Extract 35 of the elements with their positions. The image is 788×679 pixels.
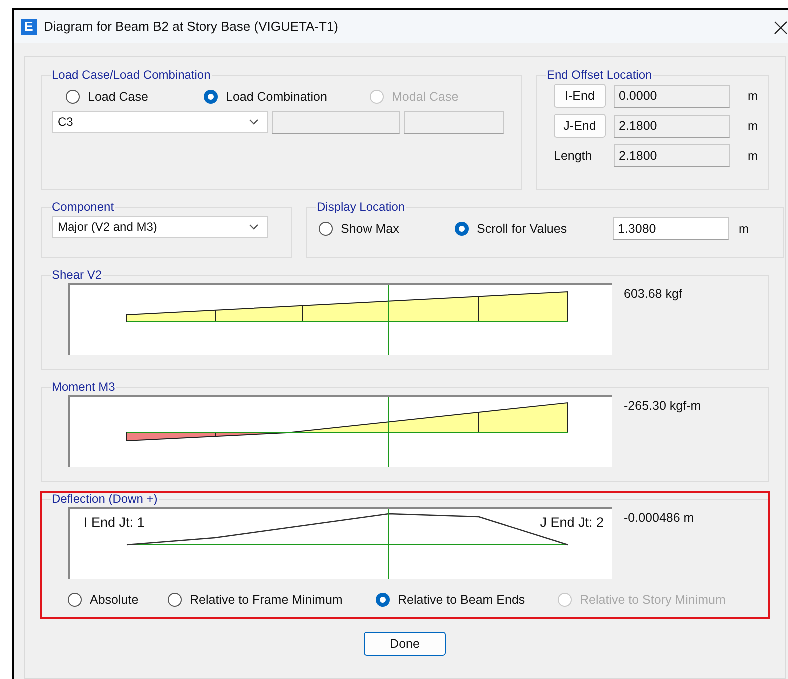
group-title: Component	[51, 200, 116, 214]
radio-option[interactable]: Absolute	[68, 593, 168, 608]
radio-option[interactable]: Load Combination	[204, 90, 370, 104]
end-button[interactable]: I-End	[554, 84, 606, 108]
radio-option[interactable]: Show Max	[319, 222, 455, 236]
diagram-value: -265.30 kgf-m	[624, 399, 702, 414]
joint-label: J End Jt: 2	[540, 515, 604, 530]
group-title: Load Case/Load Combination	[51, 68, 212, 82]
joint-label: I End Jt: 1	[84, 515, 145, 530]
unit-label: m	[748, 119, 758, 134]
group-title: Display Location	[316, 200, 406, 214]
offset-field[interactable]: 2.1800	[614, 144, 730, 168]
group-title: Deflection (Down +)	[51, 492, 159, 506]
unit-label: m	[739, 222, 749, 236]
offset-field[interactable]: 2.1800	[614, 114, 730, 138]
group-title: End Offset Location	[546, 68, 654, 82]
offset-field[interactable]: 0.0000	[614, 84, 730, 108]
unit-label: m	[748, 89, 758, 104]
radio-option[interactable]: Relative to Frame Minimum	[168, 593, 376, 608]
done-button[interactable]: Done	[364, 632, 446, 656]
diagram-value: 603.68 kgf	[624, 287, 682, 302]
diagram-value: -0.000486 m	[624, 511, 694, 526]
component-dropdown[interactable]: Major (V2 and M3)	[52, 216, 268, 238]
radio-option[interactable]: Scroll for Values	[455, 222, 613, 236]
radio-option[interactable]: Load Case	[66, 90, 204, 104]
group-title: Moment M3	[51, 380, 116, 394]
load-combination-dropdown[interactable]: C3	[52, 111, 268, 134]
group-title: Shear V2	[51, 268, 104, 282]
window-title: Diagram for Beam B2 at Story Base (VIGUETA-T1)	[44, 19, 339, 34]
end-button[interactable]: J-End	[554, 114, 606, 138]
location-field[interactable]: 1.3080	[613, 217, 729, 240]
field-label: Length	[554, 148, 594, 163]
radio-option[interactable]: Relative to Beam Ends	[376, 593, 558, 608]
app-icon: E	[21, 18, 37, 35]
unit-label: m	[748, 148, 758, 163]
